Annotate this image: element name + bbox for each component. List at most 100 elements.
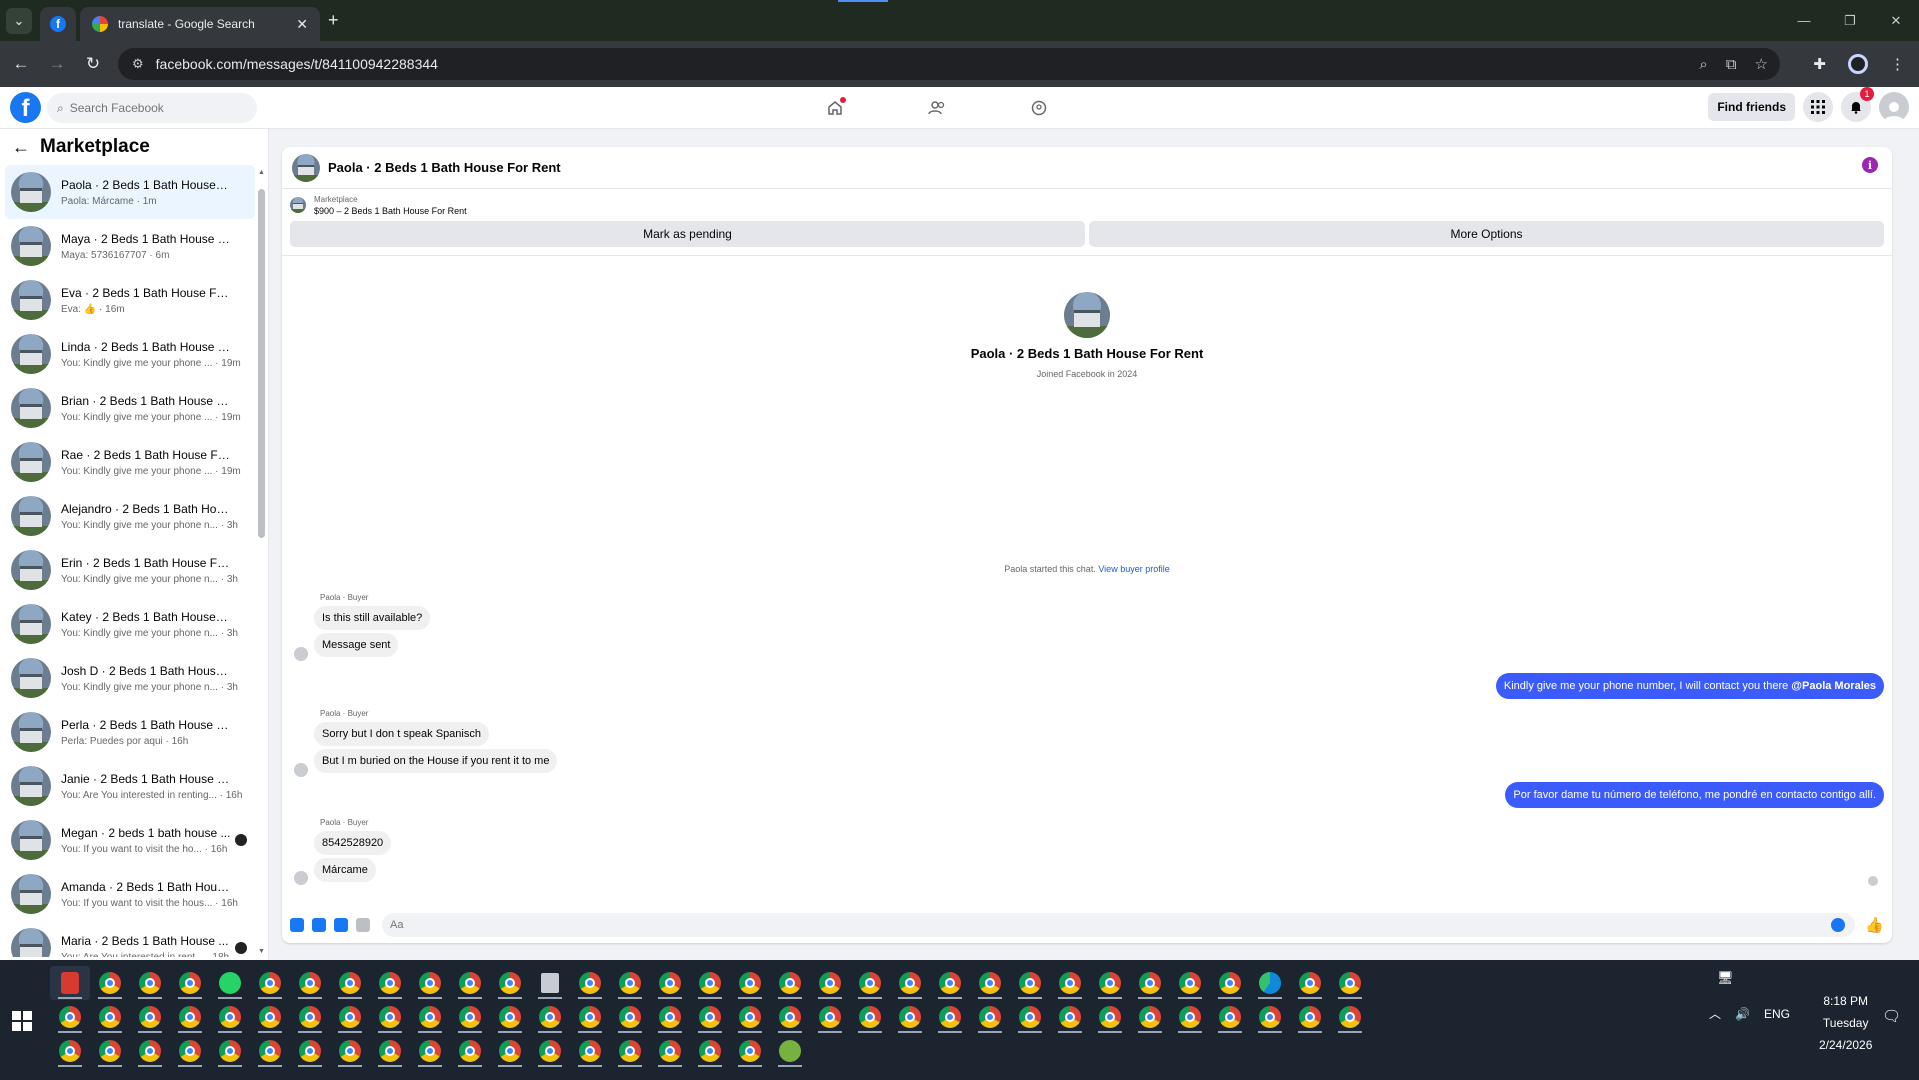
pinned-facebook-tab[interactable]: f (40, 7, 76, 41)
extensions-icon[interactable]: ✚ (1813, 55, 1826, 73)
show-hidden-icons-chevron-icon[interactable]: ︿ (1709, 1005, 1721, 1022)
taskbar-app-button[interactable] (570, 1000, 610, 1034)
taskbar-app-button[interactable] (370, 1034, 410, 1068)
taskbar-app-button[interactable] (610, 1000, 650, 1034)
taskbar-app-button[interactable] (250, 1034, 290, 1068)
sender-avatar[interactable] (294, 763, 308, 777)
taskbar-app-button[interactable] (370, 966, 410, 1000)
facebook-search-box[interactable]: ⌕ (47, 93, 257, 123)
reload-button[interactable]: ↻ (78, 49, 108, 79)
conversation-item[interactable]: Maya · 2 Beds 1 Bath House For... Maya: 5… (5, 219, 255, 273)
taskbar-app-button[interactable] (1090, 1000, 1130, 1034)
taskbar-app-button[interactable] (1010, 966, 1050, 1000)
bookmark-star-icon[interactable]: ☆ (1755, 55, 1768, 73)
taskbar-app-button[interactable] (170, 1034, 210, 1068)
taskbar-app-button[interactable] (210, 1000, 250, 1034)
conversation-item[interactable]: Brian · 2 Beds 1 Bath House For ... You: … (5, 381, 255, 435)
sidebar-scroll-thumb[interactable] (258, 189, 265, 538)
sender-avatar[interactable] (294, 871, 308, 885)
conversation-item[interactable]: Alejandro · 2 Beds 1 Bath House... You: K… (5, 489, 255, 543)
close-window-button[interactable]: ✕ (1873, 0, 1919, 41)
taskbar-app-button[interactable] (730, 1034, 770, 1068)
active-browser-tab[interactable]: translate - Google Search ✕ (80, 7, 320, 41)
taskbar-app-button[interactable] (890, 966, 930, 1000)
taskbar-app-button[interactable] (970, 966, 1010, 1000)
taskbar-app-button[interactable] (730, 966, 770, 1000)
taskbar-app-button[interactable] (770, 1000, 810, 1034)
taskbar-app-button[interactable] (650, 1000, 690, 1034)
taskbar-app-button[interactable] (850, 1000, 890, 1034)
taskbar-app-button[interactable] (450, 966, 490, 1000)
notifications-bell-icon[interactable]: 1 (1841, 87, 1874, 122)
conversation-item[interactable]: Maria · 2 Beds 1 Bath House ... You: Are … (5, 921, 255, 957)
taskbar-app-button[interactable] (410, 966, 450, 1000)
taskbar-app-button[interactable] (1330, 1000, 1370, 1034)
taskbar-app-button[interactable] (1010, 1000, 1050, 1034)
taskbar-app-button[interactable] (50, 966, 90, 1000)
taskbar-app-button[interactable] (290, 1034, 330, 1068)
mention-link[interactable]: @Paola Morales (1791, 680, 1876, 692)
site-info-icon[interactable]: ⚙ (132, 56, 144, 72)
outgoing-message[interactable]: Por favor dame tu número de teléfono, me… (1505, 782, 1884, 808)
taskbar-app-button[interactable] (410, 1034, 450, 1068)
incoming-message[interactable]: Márcame (314, 858, 376, 882)
taskbar-app-button[interactable] (530, 1034, 570, 1068)
taskbar-app-button[interactable] (1250, 1000, 1290, 1034)
conversation-item[interactable]: Megan · 2 beds 1 bath house ... You: If y… (5, 813, 255, 867)
taskbar-app-button[interactable] (1290, 1000, 1330, 1034)
taskbar-app-button[interactable] (130, 966, 170, 1000)
listing-avatar[interactable] (292, 153, 320, 182)
taskbar-app-button[interactable] (530, 966, 570, 1000)
listing-thumbnail[interactable] (290, 197, 306, 213)
taskbar-app-button[interactable] (1250, 966, 1290, 1000)
taskbar-app-button[interactable] (210, 966, 250, 1000)
taskbar-app-button[interactable] (570, 966, 610, 1000)
incoming-message[interactable]: But I m buried on the House if you rent … (314, 749, 558, 773)
gif-icon[interactable] (356, 918, 370, 932)
account-avatar[interactable] (1879, 92, 1909, 122)
taskbar-app-button[interactable] (450, 1034, 490, 1068)
taskbar-app-button[interactable] (770, 1034, 810, 1068)
taskbar-app-button[interactable] (570, 1034, 610, 1068)
chat-title[interactable]: Paola · 2 Beds 1 Bath House For Rent (328, 160, 561, 175)
taskbar-app-button[interactable] (810, 966, 850, 1000)
conversation-item[interactable]: Janie · 2 Beds 1 Bath House For ... You: … (5, 759, 255, 813)
groups-nav-icon[interactable] (1024, 93, 1054, 123)
taskbar-app-button[interactable] (930, 966, 970, 1000)
taskbar-app-button[interactable] (1050, 1000, 1090, 1034)
language-indicator[interactable]: ENG (1764, 1007, 1790, 1021)
taskbar-app-button[interactable] (490, 1000, 530, 1034)
taskbar-app-button[interactable] (530, 1000, 570, 1034)
taskbar-app-button[interactable] (1130, 966, 1170, 1000)
mark-as-pending-button[interactable]: Mark as pending (290, 221, 1085, 247)
page-scrollbar[interactable] (1909, 129, 1919, 960)
view-buyer-profile-link[interactable]: View buyer profile (1098, 564, 1169, 574)
taskbar-app-button[interactable] (690, 1034, 730, 1068)
taskbar-app-button[interactable] (130, 1034, 170, 1068)
taskbar-app-button[interactable] (610, 966, 650, 1000)
taskbar-app-button[interactable] (1290, 966, 1330, 1000)
taskbar-app-button[interactable] (330, 1000, 370, 1034)
taskbar-app-button[interactable] (370, 1000, 410, 1034)
listing-price[interactable]: $900 – 2 Beds 1 Bath House For Rent (314, 206, 467, 216)
conversation-item[interactable]: Linda · 2 Beds 1 Bath House For... You: K… (5, 327, 255, 381)
taskbar-app-button[interactable] (90, 1000, 130, 1034)
info-icon[interactable]: i (1862, 157, 1878, 173)
restore-window-button[interactable]: ❐ (1827, 0, 1873, 41)
taskbar-app-button[interactable] (170, 1000, 210, 1034)
taskbar-app-button[interactable] (890, 1000, 930, 1034)
back-button[interactable]: ← (6, 49, 36, 79)
taskbar-app-button[interactable] (450, 1000, 490, 1034)
taskbar-app-button[interactable] (50, 1000, 90, 1034)
taskbar-app-button[interactable] (650, 1034, 690, 1068)
conversation-item[interactable]: Rae · 2 Beds 1 Bath House For R... You: K… (5, 435, 255, 489)
taskbar-app-button[interactable] (610, 1034, 650, 1068)
chrome-menu-icon[interactable]: ⋮ (1890, 55, 1905, 73)
home-nav-icon[interactable] (820, 93, 850, 123)
taskbar-app-button[interactable] (210, 1034, 250, 1068)
conversation-item[interactable]: Josh D · 2 Beds 1 Bath House Fo... You: K… (5, 651, 255, 705)
taskbar-app-button[interactable] (330, 966, 370, 1000)
taskbar-app-button[interactable] (1170, 1000, 1210, 1034)
taskbar-app-button[interactable] (650, 966, 690, 1000)
taskbar-app-button[interactable] (1130, 1000, 1170, 1034)
